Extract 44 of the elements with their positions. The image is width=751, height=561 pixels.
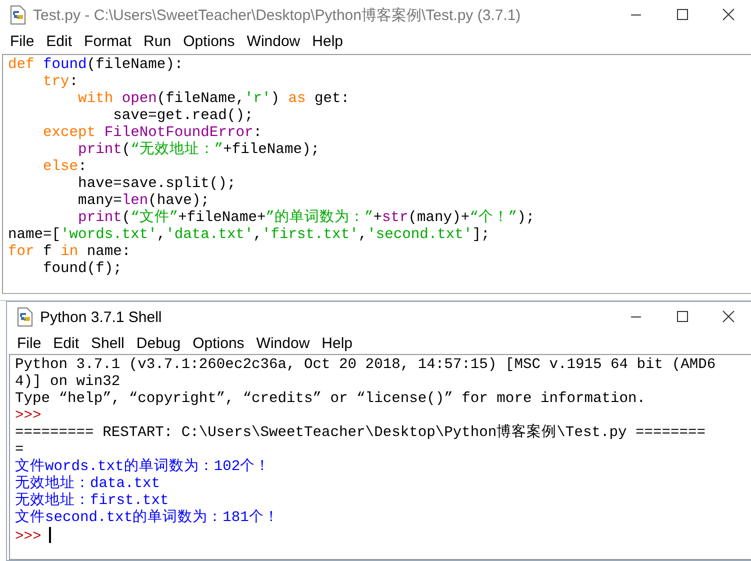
code-line: print(“文件”+fileName+”的单词数为：”+str(many)+“个！”); <box>77 210 535 226</box>
menu-item[interactable]: Help <box>306 32 349 50</box>
window-title: Test.py - C:\Users\SweetTeacher\Desktop\Python博客案例\Test.py (3.7.1) <box>33 6 522 24</box>
python-file-icon <box>9 5 27 25</box>
shell-output[interactable] <box>9 354 751 560</box>
menu-item[interactable]: File <box>11 334 48 352</box>
code-line: try: <box>42 74 78 90</box>
menu-item[interactable]: Help <box>316 334 359 352</box>
code-line: else: <box>42 159 87 175</box>
menu-item[interactable]: Run <box>138 32 178 50</box>
code-line: many=len(have); <box>77 193 210 209</box>
menu-item[interactable]: Options <box>186 334 250 352</box>
code-line: with open(fileName,'r') as get: <box>77 91 350 107</box>
output-line: 文件words.txt的单词数为：102个！ <box>15 459 270 475</box>
output-line: Python 3.7.1 (v3.7.1:260ec2c36a, Oct 20 2018, 14:57:15) [MSC v.1915 64 bit (AMD6 <box>15 357 716 373</box>
code-line: found(f); <box>42 261 122 277</box>
menu-item[interactable]: Edit <box>40 32 78 50</box>
output-line: 无效地址：first.txt <box>15 493 169 509</box>
output-line: 无效地址：data.txt <box>15 476 160 492</box>
code-line: for f in name: <box>8 244 131 260</box>
python-file-icon <box>16 307 34 327</box>
menu-item[interactable]: Window <box>250 334 316 352</box>
code-line: have=save.split(); <box>77 176 236 192</box>
menu-item[interactable]: Window <box>240 32 306 50</box>
menu-item[interactable]: File <box>4 32 40 50</box>
code-line: print(“无效地址：”+fileName); <box>77 142 320 158</box>
output-line: Type “help”, “copyright”, “credits” or “license()” for more information. <box>15 391 646 407</box>
menu-item[interactable]: Format <box>78 32 138 50</box>
code-line: def found(fileName): <box>8 57 184 73</box>
menu-item[interactable]: Options <box>177 32 241 50</box>
menu-item[interactable]: Debug <box>130 334 187 352</box>
code-line: save=get.read(); <box>112 108 254 124</box>
shell-prompt: >>> <box>15 408 42 424</box>
shell-prompt: >>> <box>15 529 42 545</box>
code-line: except FileNotFoundError: <box>42 125 262 141</box>
code-line: name=['words.txt','data.txt','first.txt','second.txt']; <box>8 227 490 243</box>
output-line: 文件second.txt的单词数为：181个！ <box>15 510 279 526</box>
output-line: ========= RESTART: C:\Users\SweetTeacher\Desktop\Python博客案例\Test.py ======== <box>15 425 706 441</box>
code-editor[interactable] <box>2 54 751 294</box>
window-title: Python 3.7.1 Shell <box>40 308 163 326</box>
menu-item[interactable]: Edit <box>47 334 86 352</box>
output-line: 4)] on win32 <box>15 374 120 390</box>
output-line: = <box>15 442 24 458</box>
menu-item[interactable]: Shell <box>85 334 130 352</box>
